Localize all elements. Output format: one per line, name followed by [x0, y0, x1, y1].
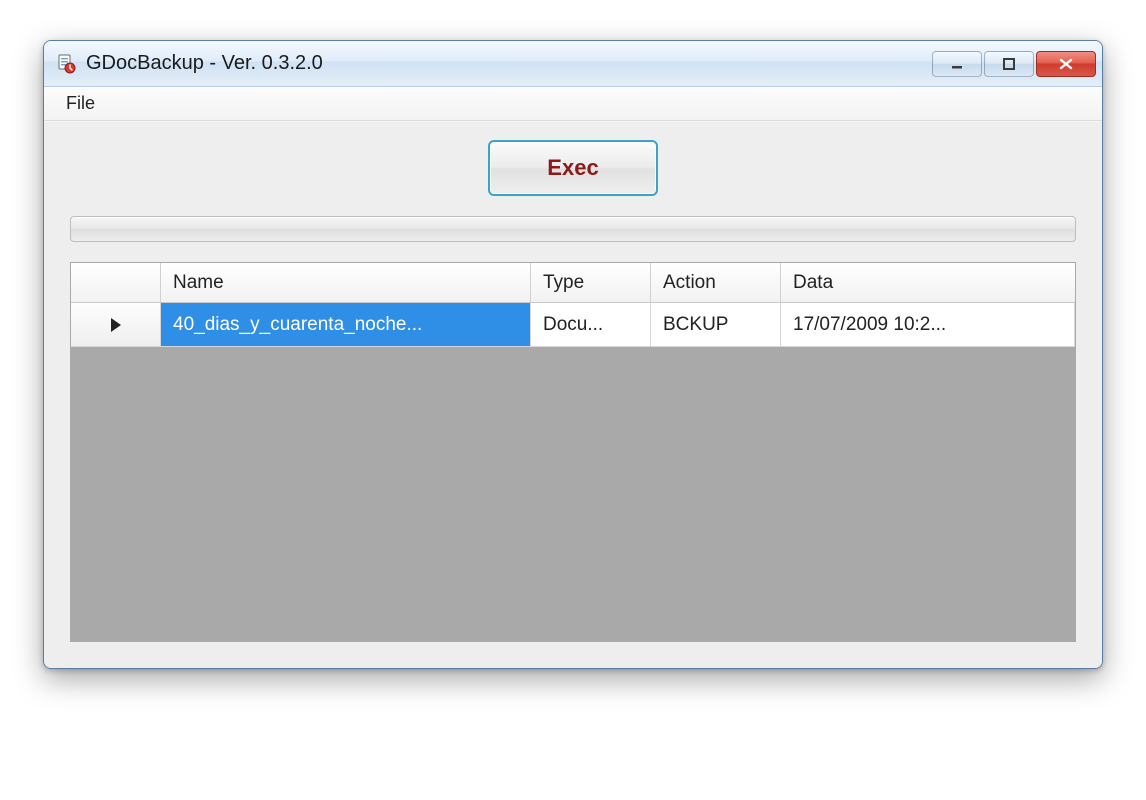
window-title: GDocBackup - Ver. 0.3.2.0 [86, 52, 932, 75]
data-grid[interactable]: Name Type Action Data 40_dias_y_cuarenta… [70, 262, 1076, 642]
app-icon [56, 54, 76, 74]
cell-name[interactable]: 40_dias_y_cuarenta_noche... [161, 303, 531, 346]
minimize-icon [950, 57, 964, 71]
grid-header-indicator[interactable] [71, 263, 161, 302]
window-controls [932, 51, 1096, 77]
exec-button[interactable]: Exec [488, 140, 658, 196]
grid-header-type[interactable]: Type [531, 263, 651, 302]
grid-header-action[interactable]: Action [651, 263, 781, 302]
close-icon [1058, 57, 1074, 71]
grid-body: 40_dias_y_cuarenta_noche... Docu... BCKU… [71, 303, 1075, 641]
grid-header-data[interactable]: Data [781, 263, 1075, 302]
row-indicator [71, 303, 161, 346]
table-row[interactable]: 40_dias_y_cuarenta_noche... Docu... BCKU… [71, 303, 1075, 347]
grid-header: Name Type Action Data [71, 263, 1075, 303]
menu-file[interactable]: File [56, 89, 105, 118]
minimize-button[interactable] [932, 51, 982, 77]
client-area: Exec Name Type Action Data 40_dias_y_cua… [44, 121, 1102, 668]
maximize-icon [1002, 57, 1016, 71]
progress-bar [70, 216, 1076, 242]
close-button[interactable] [1036, 51, 1096, 77]
row-indicator-arrow-icon [111, 318, 121, 332]
cell-type[interactable]: Docu... [531, 303, 651, 346]
cell-action[interactable]: BCKUP [651, 303, 781, 346]
cell-data[interactable]: 17/07/2009 10:2... [781, 303, 1075, 346]
titlebar[interactable]: GDocBackup - Ver. 0.3.2.0 [44, 41, 1102, 87]
grid-header-name[interactable]: Name [161, 263, 531, 302]
maximize-button[interactable] [984, 51, 1034, 77]
app-window: GDocBackup - Ver. 0.3.2.0 File Exec [43, 40, 1103, 669]
menubar: File [44, 87, 1102, 121]
exec-row: Exec [70, 140, 1076, 196]
